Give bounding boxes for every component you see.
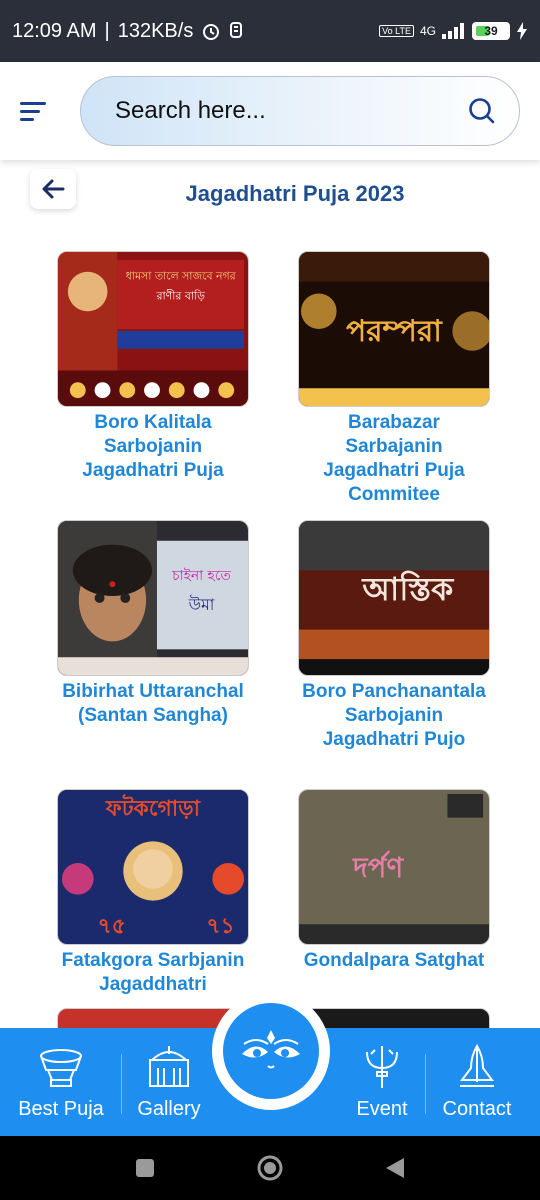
puja-card[interactable] — [298, 1008, 490, 1030]
battery-level: 39 — [484, 24, 498, 38]
puja-card[interactable]: ধামসা তালে সাজবে নগর রাণীর বাড়ি Boro Ka… — [57, 251, 249, 483]
app-header — [0, 62, 540, 160]
puja-grid: ধামসা তালে সাজবে নগর রাণীর বাড়ি Boro Ka… — [0, 240, 540, 1030]
search-icon[interactable] — [467, 96, 497, 126]
temple-icon — [149, 1046, 189, 1087]
trophy-icon — [40, 1049, 82, 1087]
arrow-left-icon — [42, 179, 65, 199]
nav-contact[interactable]: Contact — [422, 1042, 532, 1132]
nav-best-puja[interactable]: Best Puja — [6, 1042, 116, 1132]
recents-icon[interactable] — [134, 1157, 156, 1179]
status-right: Vo LTE 4G 39 — [379, 22, 528, 40]
menu-icon[interactable] — [20, 91, 60, 131]
puja-thumbnail: ধামসা তালে সাজবে নগর রাণীর বাড়ি — [57, 251, 249, 407]
puja-thumbnail: ফটকগোড়া ৭৫ ৭১ — [57, 789, 249, 945]
page-title: Jagadhatri Puja 2023 — [185, 181, 405, 206]
nav-label: Event — [356, 1098, 408, 1120]
back-icon[interactable] — [384, 1156, 406, 1180]
puja-card[interactable]: চাইনা হতে উমা Bibirhat Uttaranchal (Sant… — [57, 520, 249, 728]
puja-thumbnail: দর্পণ — [298, 789, 490, 945]
system-nav-bar — [0, 1136, 540, 1200]
signal-icon — [442, 23, 464, 39]
nav-event[interactable]: Event — [327, 1042, 437, 1132]
status-left: 12:09 AM | 132KB/s — [12, 20, 243, 43]
nav-label: Contact — [442, 1098, 512, 1120]
charging-icon — [517, 22, 527, 40]
nav-label: Best Puja — [18, 1098, 104, 1120]
title-row: Jagadhatri Puja 2023 — [0, 165, 540, 225]
nav-label: Gallery — [137, 1098, 201, 1120]
search-input[interactable] — [115, 97, 467, 125]
nav-gallery[interactable]: Gallery — [114, 1042, 224, 1132]
home-fab-button[interactable] — [212, 992, 330, 1110]
svg-text:উমা: উমা — [188, 595, 215, 614]
puja-thumbnail: চাইনা হতে উমা — [57, 520, 249, 676]
search-bar[interactable] — [80, 76, 520, 146]
svg-text:৭৫: ৭৫ — [98, 914, 126, 939]
status-speed: 132KB/s — [117, 19, 194, 42]
puja-thumbnail — [298, 1008, 490, 1030]
puja-name: Fatakgora Sarbjanin Jagaddhatri — [61, 950, 245, 995]
svg-text:ফটকগোড়া: ফটকগোড়া — [105, 794, 202, 822]
svg-text:ধামসা তালে সাজবে নগর: ধামসা তালে সাজবে নগর — [126, 270, 237, 283]
puja-thumbnail: আস্তিক — [298, 520, 490, 676]
svg-text:পরম্পরা: পরম্পরা — [346, 313, 443, 348]
trident-icon — [366, 1046, 398, 1088]
svg-text:দর্পণ: দর্পণ — [352, 850, 404, 884]
puja-card[interactable]: আস্তিক Boro Panchanantala Sarbojanin Jag… — [298, 520, 490, 752]
svg-text:৭১: ৭১ — [206, 914, 234, 939]
puja-name: Barabazar Sarbajanin Jagadhatri Puja Com… — [323, 412, 465, 505]
durga-eyes-icon — [242, 1030, 300, 1069]
volte-icon: Vo LTE — [379, 25, 414, 37]
svg-text:রাণীর বাড়ি: রাণীর বাড়ি — [156, 289, 206, 302]
status-time: 12:09 AM — [12, 19, 97, 42]
puja-thumbnail: পরম্পরা — [298, 251, 490, 407]
status-bar: 12:09 AM | 132KB/s Vo LTE 4G 39 — [0, 0, 540, 62]
fab-inner — [223, 1003, 319, 1099]
puja-name: Bibirhat Uttaranchal (Santan Sangha) — [62, 681, 244, 726]
puja-name: Boro Panchanantala Sarbojanin Jagadhatri… — [302, 681, 486, 750]
puja-card[interactable]: দর্পণ Gondalpara Satghat — [298, 789, 490, 973]
alarm-icon — [203, 24, 220, 40]
home-icon[interactable] — [256, 1154, 284, 1182]
namaste-icon — [460, 1044, 494, 1087]
puja-card[interactable]: পরম্পরা Barabazar Sarbajanin Jagadhatri … — [298, 251, 490, 507]
puja-name: Gondalpara Satghat — [303, 950, 485, 971]
puja-card[interactable]: ফটকগোড়া ৭৫ ৭১ Fatakgora Sarbjanin Jagad… — [57, 789, 249, 997]
puja-name: Boro Kalitala Sarbojanin Jagadhatri Puja — [82, 412, 224, 481]
svg-text:আস্তিক: আস্তিক — [361, 569, 455, 608]
network-label: 4G — [419, 24, 436, 38]
battery-icon: 39 — [472, 22, 510, 40]
back-button[interactable] — [30, 169, 76, 209]
usb-icon — [230, 22, 243, 38]
svg-text:চাইনা হতে: চাইনা হতে — [171, 567, 231, 584]
